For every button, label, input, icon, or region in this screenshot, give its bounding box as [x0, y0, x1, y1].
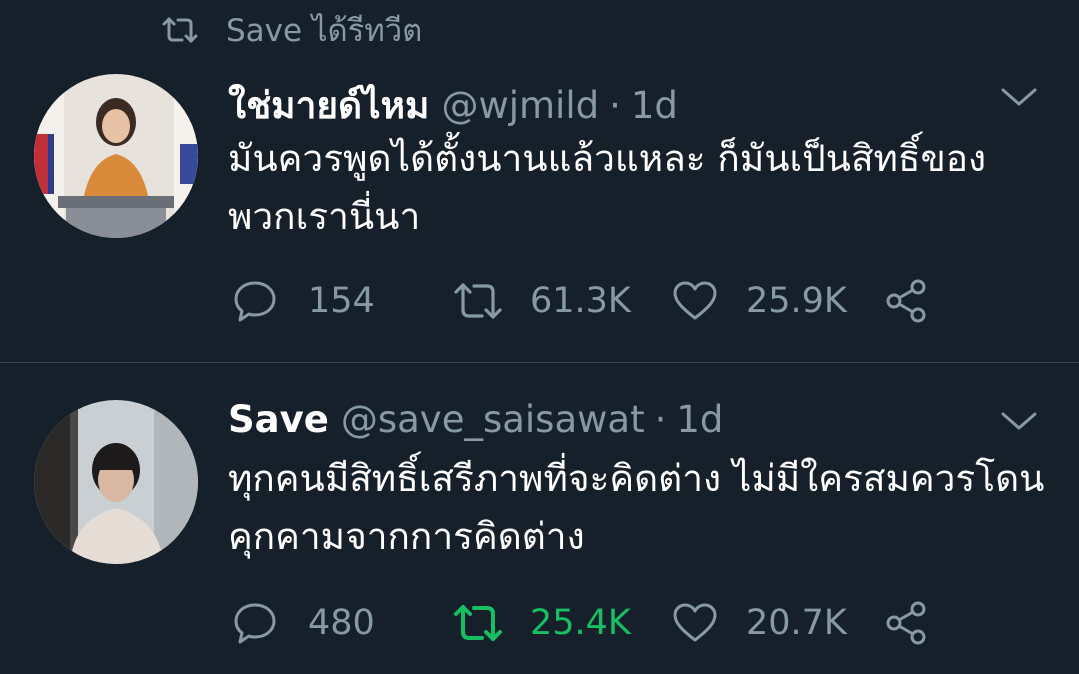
retweet-count: 61.3K: [530, 281, 631, 321]
reply-icon: [234, 603, 276, 644]
avatar[interactable]: [34, 400, 198, 564]
chevron-down-icon[interactable]: [999, 408, 1039, 434]
timestamp[interactable]: 1d: [676, 398, 723, 441]
display-name[interactable]: Save: [228, 398, 329, 441]
tweet-actions: 154 61.3K 25.9K: [232, 278, 930, 324]
avatar[interactable]: [34, 74, 198, 238]
divider: [0, 362, 1079, 363]
heart-icon: [673, 281, 717, 320]
like-count: 20.7K: [746, 603, 847, 643]
tweet[interactable]: ใช่มายด์ไหม @wjmild · 1d มันควรพูดได้ตั้…: [0, 60, 1079, 362]
retweet-icon: [454, 283, 502, 319]
reply-button[interactable]: 154: [232, 278, 452, 324]
reply-count: 154: [308, 281, 375, 321]
share-button[interactable]: [882, 600, 930, 646]
retweet-button[interactable]: 61.3K: [452, 280, 672, 322]
like-button[interactable]: 25.9K: [672, 280, 882, 322]
retweet-context: Save ได้รีทวีต: [160, 8, 422, 52]
retweet-context-text: Save ได้รีทวีต: [226, 13, 423, 49]
tweet-text: มันควรพูดได้ตั้งนานแล้วแหละ ก็มันเป็นสิท…: [228, 137, 987, 238]
retweet-count: 25.4K: [530, 603, 631, 643]
separator: ·: [609, 84, 621, 127]
tweet[interactable]: Save @save_saisawat · 1d ทุกคนมีสิทธิ์เส…: [0, 364, 1079, 674]
tweet-actions: 480 25.4K 20.7K: [232, 600, 930, 646]
reply-button[interactable]: 480: [232, 600, 452, 646]
tweet-header: ใช่มายด์ไหม @wjmild · 1d: [228, 76, 678, 135]
tweet-header: Save @save_saisawat · 1d: [228, 398, 723, 441]
share-icon: [886, 279, 926, 323]
share-button[interactable]: [882, 278, 930, 324]
share-icon: [886, 601, 926, 645]
tweet-text: ทุกคนมีสิทธิ์เสรีภาพที่จะคิดต่าง ไม่มีใค…: [228, 457, 1045, 558]
reply-icon: [234, 281, 276, 322]
like-count: 25.9K: [746, 281, 847, 321]
separator: ·: [654, 398, 667, 441]
chevron-down-icon[interactable]: [999, 84, 1039, 110]
retweet-button[interactable]: 25.4K: [452, 602, 672, 644]
user-handle[interactable]: @wjmild: [441, 84, 599, 127]
reply-count: 480: [308, 603, 375, 643]
retweet-icon: [162, 17, 198, 43]
timestamp[interactable]: 1d: [631, 84, 678, 127]
display-name[interactable]: ใช่มายด์ไหม: [228, 76, 429, 135]
user-handle[interactable]: @save_saisawat: [341, 398, 645, 441]
retweet-icon: [454, 605, 502, 641]
like-button[interactable]: 20.7K: [672, 602, 882, 644]
heart-icon: [673, 603, 717, 642]
